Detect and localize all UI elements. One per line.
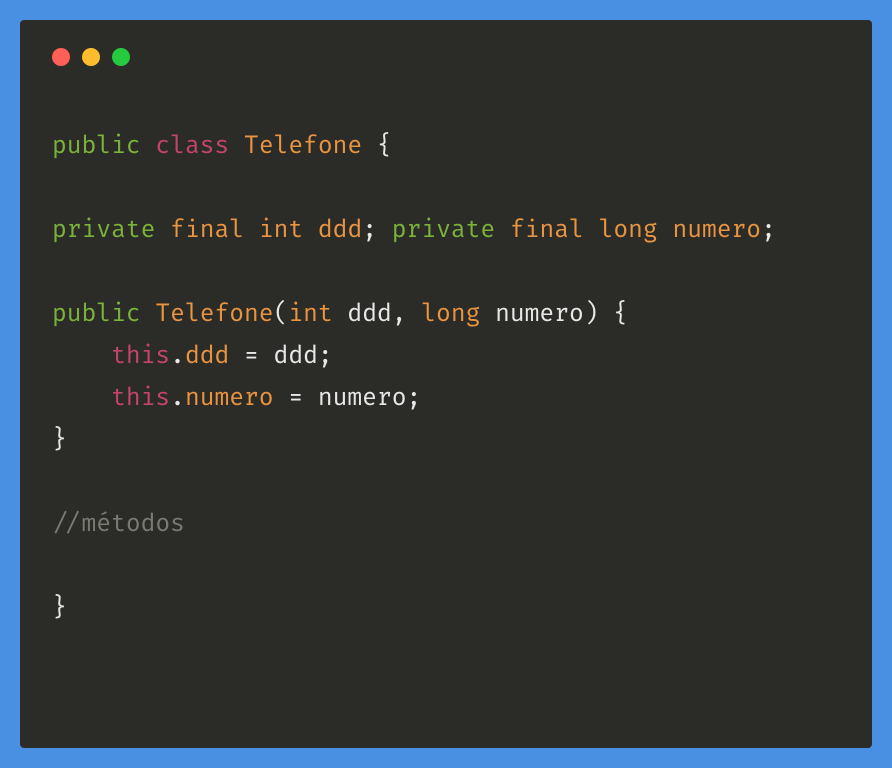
close-icon[interactable] <box>52 48 70 66</box>
type-long: long <box>599 216 658 245</box>
code-line: public Telefone(int ddd, long numero) { <box>52 300 628 329</box>
keyword-class: class <box>155 132 229 161</box>
keyword-final: final <box>170 216 244 245</box>
assignment: = ddd; <box>229 342 332 371</box>
brace-close: } <box>52 426 67 455</box>
comment-metodos: //métodos <box>52 510 185 539</box>
semicolon: ; <box>761 216 776 245</box>
param-ddd: ddd, <box>333 300 422 329</box>
paren-open: ( <box>274 300 289 329</box>
keyword-private: private <box>52 216 155 245</box>
code-line: } <box>52 594 67 623</box>
keyword-this: this <box>111 342 170 371</box>
semicolon: ; <box>362 216 377 245</box>
brace-open: { <box>362 132 392 161</box>
type-int: int <box>259 216 303 245</box>
keyword-public: public <box>52 300 141 329</box>
member-ddd: ddd <box>185 342 229 371</box>
code-line: private final int ddd; private final lon… <box>52 216 776 245</box>
window-controls <box>52 48 840 66</box>
indent <box>52 384 111 413</box>
type-int: int <box>288 300 332 329</box>
code-editor-window: public class Telefone { private final in… <box>20 20 872 748</box>
dot: . <box>170 342 185 371</box>
param-numero: numero) { <box>480 300 628 329</box>
maximize-icon[interactable] <box>112 48 130 66</box>
code-line: public class Telefone { <box>52 132 392 161</box>
indent <box>52 342 111 371</box>
keyword-final: final <box>510 216 584 245</box>
keyword-private: private <box>392 216 495 245</box>
keyword-this: this <box>111 384 170 413</box>
minimize-icon[interactable] <box>82 48 100 66</box>
constructor-name: Telefone <box>155 300 273 329</box>
field-ddd: ddd <box>318 216 362 245</box>
code-line: this.ddd = ddd; <box>52 342 333 371</box>
code-content: public class Telefone { private final in… <box>52 126 840 630</box>
code-line: } <box>52 426 67 455</box>
dot: . <box>170 384 185 413</box>
brace-close: } <box>52 594 67 623</box>
class-name: Telefone <box>244 132 362 161</box>
code-line: this.numero = numero; <box>52 384 421 413</box>
code-line: //métodos <box>52 510 185 539</box>
field-numero: numero <box>672 216 761 245</box>
type-long: long <box>421 300 480 329</box>
keyword-public: public <box>52 132 141 161</box>
assignment: = numero; <box>274 384 422 413</box>
member-numero: numero <box>185 384 274 413</box>
